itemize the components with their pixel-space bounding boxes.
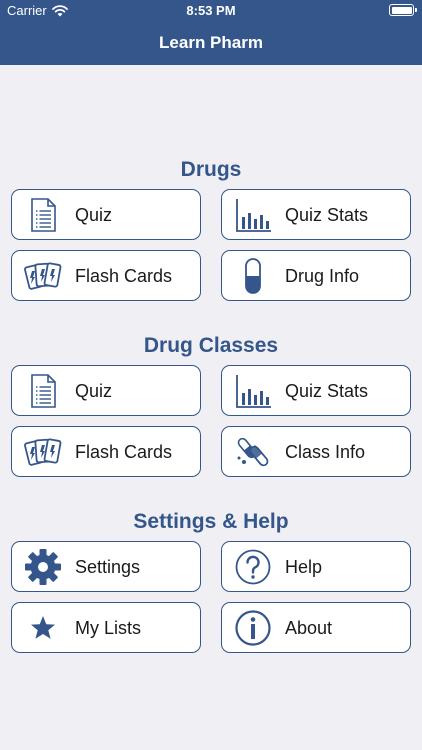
battery-icon <box>389 4 417 16</box>
button-label: Quiz Stats <box>285 381 369 401</box>
button-label: Flash Cards <box>75 266 173 286</box>
button-label: Drug Info <box>285 266 360 286</box>
navigation-bar: Carrier 8:53 PM Learn Pharm <box>0 0 422 65</box>
button-label: Quiz <box>75 205 113 225</box>
classes-flash-cards-button[interactable]: Flash Cards <box>11 426 201 477</box>
section-title-settings-help: Settings & Help <box>133 510 289 533</box>
question-icon <box>234 549 272 585</box>
button-label: About <box>285 618 333 638</box>
status-time: 8:53 PM <box>186 3 236 18</box>
button-label: My Lists <box>75 618 142 638</box>
class-info-button[interactable]: Class Info <box>221 426 411 477</box>
bar-chart-icon <box>234 373 272 409</box>
help-button[interactable]: Help <box>221 541 411 592</box>
page-title: Learn Pharm <box>159 33 263 52</box>
drugs-quiz-button[interactable]: Quiz <box>11 189 201 240</box>
star-icon <box>24 610 62 646</box>
button-label: Settings <box>75 557 141 577</box>
gear-icon <box>24 549 62 585</box>
classes-quiz-stats-button[interactable]: Quiz Stats <box>221 365 411 416</box>
button-label: Flash Cards <box>75 442 173 462</box>
button-label: Quiz Stats <box>285 205 369 225</box>
info-icon <box>234 610 272 646</box>
settings-button[interactable]: Settings <box>11 541 201 592</box>
flash-cards-icon <box>24 258 62 294</box>
button-label: Quiz <box>75 381 113 401</box>
section-title-drug-classes: Drug Classes <box>143 334 279 357</box>
drug-info-button[interactable]: Drug Info <box>221 250 411 301</box>
classes-quiz-button[interactable]: Quiz <box>11 365 201 416</box>
flash-cards-icon <box>24 434 62 470</box>
document-list-icon <box>24 373 62 409</box>
status-bar: Carrier 8:53 PM <box>0 0 422 22</box>
document-list-icon <box>24 197 62 233</box>
button-label: Help <box>285 557 323 577</box>
drugs-flash-cards-button[interactable]: Flash Cards <box>11 250 201 301</box>
my-lists-button[interactable]: My Lists <box>11 602 201 653</box>
drugs-quiz-stats-button[interactable]: Quiz Stats <box>221 189 411 240</box>
bar-chart-icon <box>234 197 272 233</box>
button-label: Class Info <box>285 442 366 462</box>
pills-icon <box>234 434 272 470</box>
about-button[interactable]: About <box>221 602 411 653</box>
capsule-icon <box>234 258 272 294</box>
section-title-drugs: Drugs <box>180 158 242 181</box>
